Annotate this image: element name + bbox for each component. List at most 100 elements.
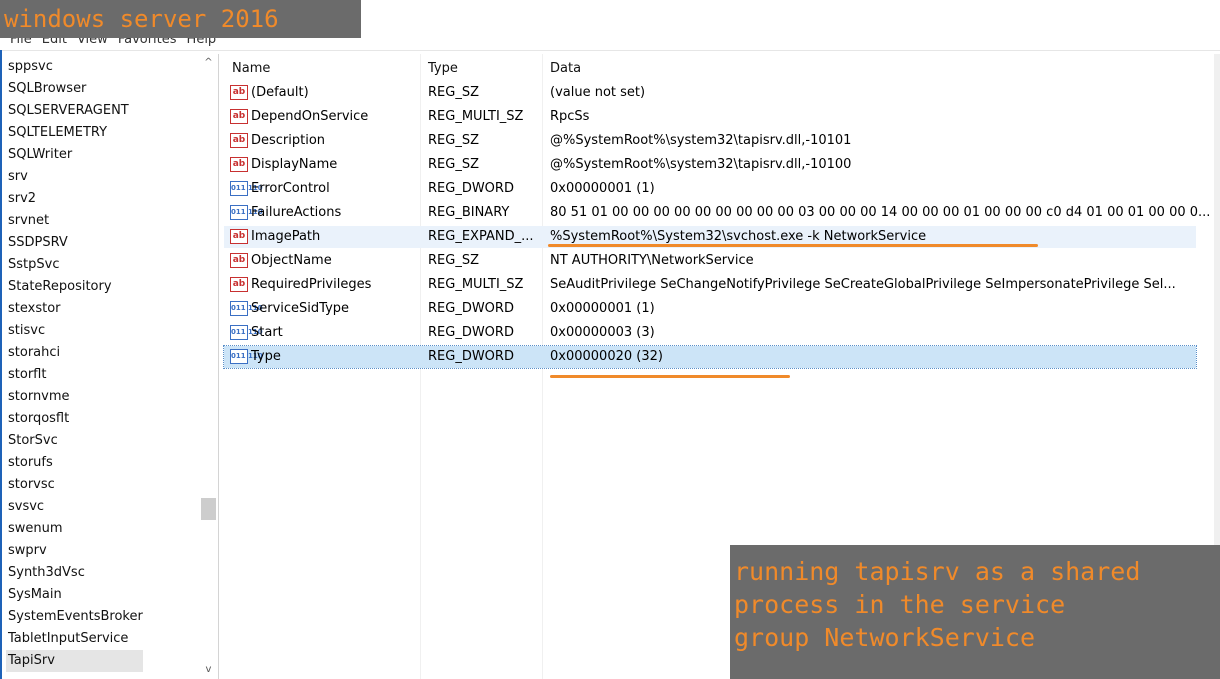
value-data: 0x00000001 (1) [550, 181, 655, 196]
tree-node[interactable]: SystemEventsBroker [6, 606, 143, 628]
tree-node[interactable]: SQLWriter [6, 144, 143, 166]
tree-node[interactable]: swenum [6, 518, 143, 540]
annotation-underline [550, 375, 790, 378]
value-name: DisplayName [251, 157, 338, 172]
string-value-icon: ab [230, 253, 248, 268]
value-row[interactable]: 011 110Type REG_DWORD 0x00000020 (32) [223, 345, 1197, 369]
registry-key-tree[interactable]: sppsvc SQLBrowser SQLSERVERAGENT SQLTELEMET… [2, 54, 219, 679]
value-row[interactable]: ab DependOnService REG_MULTI_SZ RpcSs [224, 106, 1196, 128]
annotation-line: group NetworkService [734, 623, 1036, 652]
tree-node[interactable]: SQLTELEMETRY [6, 122, 143, 144]
binary-value-icon: 011 110 [230, 325, 263, 340]
value-type: REG_SZ [428, 157, 479, 172]
tree-node[interactable]: stornvme [6, 386, 143, 408]
value-row[interactable]: ab RequiredPrivileges REG_MULTI_SZ SeAuditP… [224, 274, 1196, 296]
string-value-icon: ab [230, 277, 248, 292]
binary-value-icon: 011 110 [230, 205, 263, 220]
tree-list: sppsvc SQLBrowser SQLSERVERAGENT SQLTELEMET… [6, 56, 143, 672]
value-row[interactable]: ab Description REG_SZ @%SystemRoot%\system3… [224, 130, 1196, 152]
scroll-thumb[interactable] [201, 498, 216, 520]
value-type: REG_DWORD [428, 325, 514, 340]
string-value-icon: ab [230, 133, 248, 148]
tree-node[interactable]: TabletInputService [6, 628, 143, 650]
tree-node[interactable]: srv [6, 166, 143, 188]
value-name: RequiredPrivileges [251, 277, 372, 292]
tree-node[interactable]: storqosflt [6, 408, 143, 430]
tree-node[interactable]: storufs [6, 452, 143, 474]
value-name-cell: 011 110FailureActions [230, 202, 341, 224]
tree-node[interactable]: srv2 [6, 188, 143, 210]
column-header-type[interactable]: Type [428, 61, 458, 76]
value-data: SeAuditPrivilege SeChangeNotifyPrivilege… [550, 277, 1176, 292]
tree-node[interactable]: TapiSrv [6, 650, 143, 672]
tree-node[interactable]: SQLSERVERAGENT [6, 100, 143, 122]
tree-node[interactable]: SQLBrowser [6, 78, 143, 100]
value-name: (Default) [251, 85, 309, 100]
value-data: 0x00000020 (32) [550, 349, 663, 364]
value-name: Description [251, 133, 326, 148]
value-row[interactable]: 011 110ErrorControl REG_DWORD 0x00000001 (… [224, 178, 1196, 200]
tree-node[interactable]: StateRepository [6, 276, 143, 298]
binary-value-icon: 011 110 [230, 301, 263, 316]
string-value-icon: ab [230, 85, 248, 100]
tree-node[interactable]: stisvc [6, 320, 143, 342]
tree-node[interactable]: sppsvc [6, 56, 143, 78]
value-row[interactable]: ab DisplayName REG_SZ @%SystemRoot%\system3… [224, 154, 1196, 176]
value-row[interactable]: ab ObjectName REG_SZ NT AUTHORITY\NetworkSe… [224, 250, 1196, 272]
value-row[interactable]: 011 110FailureActions REG_BINARY 80 51 01 … [224, 202, 1210, 224]
value-type: REG_DWORD [428, 181, 514, 196]
annotation-line: running tapisrv as a shared [734, 557, 1141, 586]
value-name-cell: 011 110ServiceSidType [230, 298, 349, 320]
value-data: (value not set) [550, 85, 646, 100]
tree-node[interactable]: storvsc [6, 474, 143, 496]
value-type: REG_SZ [428, 85, 479, 100]
value-name: ErrorControl [251, 181, 330, 196]
value-name-cell: 011 110Start [230, 322, 283, 344]
tree-node[interactable]: storflt [6, 364, 143, 386]
tree-node[interactable]: stexstor [6, 298, 143, 320]
value-row[interactable]: ab (Default) REG_SZ (value not set) [224, 82, 1196, 104]
value-name-cell: ab Description [230, 130, 325, 152]
tree-node[interactable]: Synth3dVsc [6, 562, 143, 584]
value-type: REG_DWORD [428, 301, 514, 316]
tree-node[interactable]: svsvc [6, 496, 143, 518]
value-name-cell: ab ObjectName [230, 250, 332, 272]
value-data: 80 51 01 00 00 00 00 00 00 00 00 00 03 0… [550, 205, 1211, 220]
annotation-note: running tapisrv as a shared process in th… [730, 545, 1220, 679]
scroll-down-icon[interactable]: v [199, 661, 218, 679]
value-data: @%SystemRoot%\system32\tapisrv.dll,-1010… [550, 157, 852, 172]
value-row[interactable]: 011 110Start REG_DWORD 0x00000003 (3) [224, 322, 1196, 344]
column-header-name[interactable]: Name [232, 61, 270, 76]
value-name: Type [251, 349, 281, 364]
tree-node[interactable]: StorSvc [6, 430, 143, 452]
value-data: RpcSs [550, 109, 590, 124]
scroll-up-icon[interactable]: ^ [199, 54, 218, 72]
value-name: Start [251, 325, 283, 340]
column-header-data[interactable]: Data [550, 61, 581, 76]
binary-value-icon: 011 110 [230, 349, 263, 364]
value-name-cell: 011 110ErrorControl [230, 178, 330, 200]
annotation-line: process in the service [734, 590, 1066, 619]
value-data: 0x00000001 (1) [550, 301, 655, 316]
value-name: DependOnService [251, 109, 369, 124]
value-type: REG_DWORD [428, 349, 514, 364]
tree-node[interactable]: storahci [6, 342, 143, 364]
value-name-cell: ab RequiredPrivileges [230, 274, 371, 296]
value-row[interactable]: 011 110ServiceSidType REG_DWORD 0x00000001… [224, 298, 1196, 320]
value-type: REG_MULTI_SZ [428, 277, 524, 292]
value-data: NT AUTHORITY\NetworkService [550, 253, 754, 268]
tree-node[interactable]: SstpSvc [6, 254, 143, 276]
tree-node[interactable]: SysMain [6, 584, 143, 606]
string-value-icon: ab [230, 229, 248, 244]
tree-node[interactable]: SSDPSRV [6, 232, 143, 254]
tree-node[interactable]: srvnet [6, 210, 143, 232]
value-name: FailureActions [251, 205, 342, 220]
tree-scrollbar[interactable]: ^ v [199, 54, 218, 679]
value-type: REG_SZ [428, 133, 479, 148]
value-name-cell: ab (Default) [230, 82, 309, 104]
value-name: ObjectName [251, 253, 332, 268]
value-name: ServiceSidType [251, 301, 350, 316]
value-data: @%SystemRoot%\system32\tapisrv.dll,-1010… [550, 133, 852, 148]
annotation-underline [548, 244, 1038, 247]
tree-node[interactable]: swprv [6, 540, 143, 562]
